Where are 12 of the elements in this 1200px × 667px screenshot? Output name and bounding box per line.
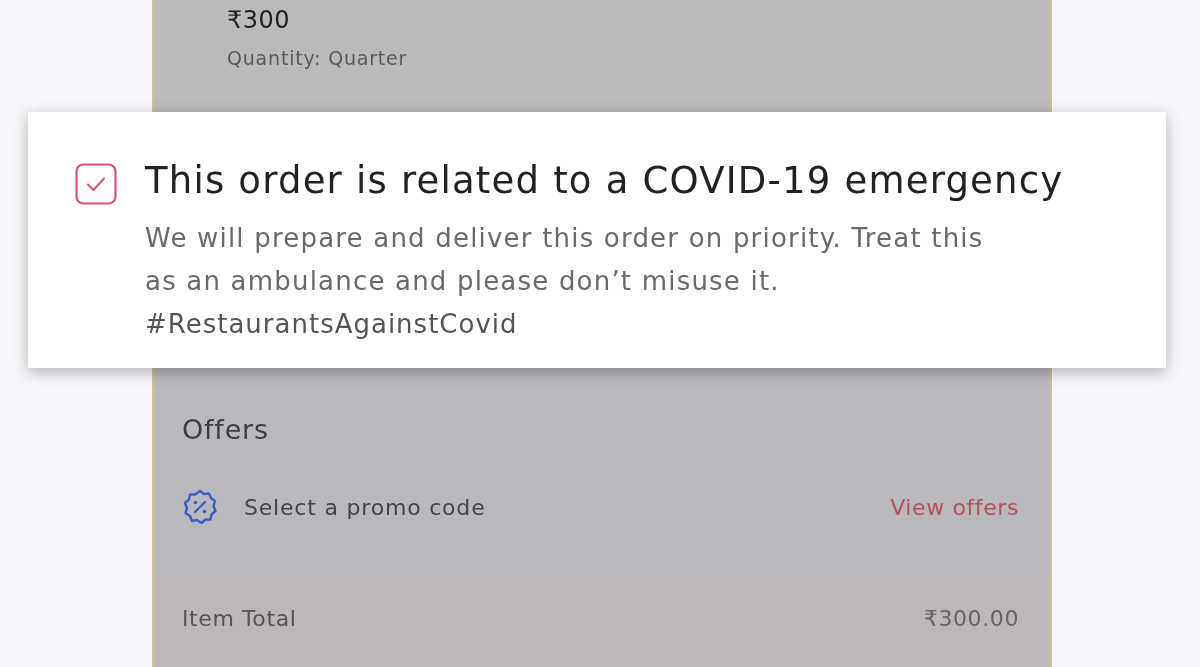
- checkbox-icon[interactable]: [75, 163, 117, 205]
- offers-heading: Offers: [182, 413, 269, 447]
- covid-emergency-title: This order is related to a COVID-19 emergency: [145, 158, 1064, 204]
- promo-code-label[interactable]: Select a promo code: [244, 494, 486, 520]
- covid-emergency-description: We will prepare and deliver this order on priority. Treat this as an ambulance and please don’t misuse it.: [145, 222, 985, 298]
- discount-badge-icon: [182, 489, 218, 525]
- bill-row-label: Item Total: [182, 606, 297, 631]
- bill-row-value: ₹300.00: [923, 606, 1019, 631]
- item-price: ₹300: [227, 5, 291, 36]
- item-quantity: Quantity: Quarter: [227, 46, 408, 71]
- hashtag-text: #RestaurantsAgainstCovid: [145, 308, 518, 341]
- view-offers-link[interactable]: View offers: [890, 494, 1019, 520]
